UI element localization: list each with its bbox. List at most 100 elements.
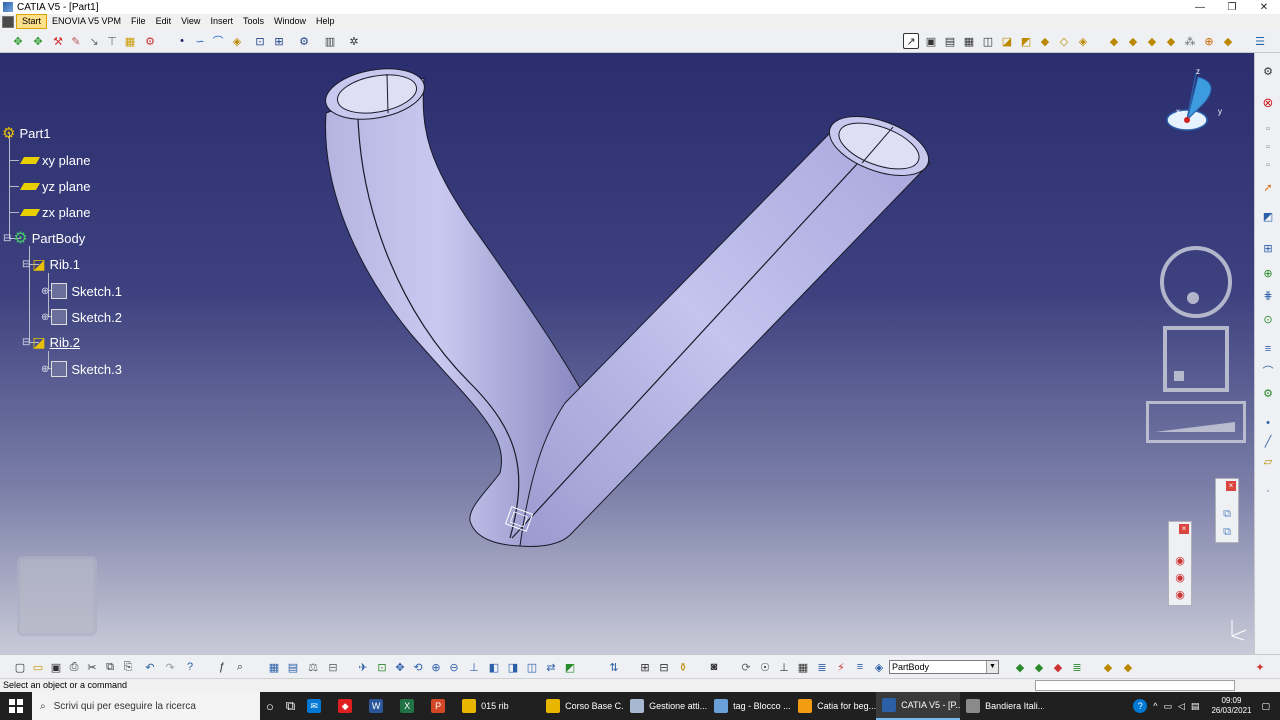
menu-help[interactable]: Help (311, 14, 340, 29)
sketch-tool-icon[interactable]: ✲ (346, 33, 362, 49)
copy-icon[interactable]: ⧉ (1219, 506, 1235, 522)
grid-values-icon[interactable]: ▦ (795, 659, 811, 675)
taskbar-app-catia-v5[interactable]: CATIA V5 - [P... (876, 692, 961, 720)
normal-view-icon[interactable]: ⊥ (466, 659, 482, 675)
small-point-icon[interactable]: · (1260, 483, 1276, 499)
grid-icon[interactable]: ▥ (322, 33, 338, 49)
view-mode-icon[interactable]: ⚙ (296, 33, 312, 49)
thickness-icon[interactable]: ◆ (1144, 33, 1160, 49)
menu-enovia[interactable]: ENOVIA V5 VPM (47, 14, 126, 29)
refresh-icon[interactable]: ⟳ (738, 659, 754, 675)
dim-icon-3[interactable]: ▫ (1260, 157, 1276, 173)
taskbar-app-bandiera[interactable]: Bandiera Itali... (960, 692, 1044, 720)
layer-icon[interactable]: ☰ (1252, 33, 1268, 49)
menu-window[interactable]: Window (269, 14, 311, 29)
boolean-remove-icon[interactable]: ◆ (1031, 659, 1047, 675)
rib2-tube[interactable] (519, 132, 931, 547)
whats-this-icon[interactable]: ? (182, 659, 198, 675)
tree-node-sketch1[interactable]: ⊕ Sketch.1 (41, 281, 122, 301)
filter-icon[interactable]: ⚡ (833, 659, 849, 675)
dim-icon-2[interactable]: ▫ (1260, 139, 1276, 155)
swap-space-icon[interactable]: ⇄ (543, 659, 559, 675)
select-arrow-icon[interactable]: ➚ (1260, 179, 1276, 195)
arc-icon[interactable]: ⌒ (210, 33, 226, 49)
menu-tools[interactable]: Tools (238, 14, 269, 29)
task-view-icon[interactable]: ⧉ (280, 692, 301, 720)
rib-icon[interactable]: ◪ (999, 33, 1015, 49)
3d-viewport[interactable]: ⚙ Part1 xy plane yz plane zx plane ⊟ ⚙ P… (0, 53, 1254, 654)
compass-tool-icon[interactable]: ☉ (757, 659, 773, 675)
analysis-icon[interactable]: ⚙ (142, 33, 158, 49)
curve-icon[interactable]: ∽ (192, 33, 208, 49)
tree-node-sketch2[interactable]: ⊕ Sketch.2 (41, 307, 122, 327)
grid-snap-icon[interactable]: ⋕ (1260, 287, 1276, 303)
taskbar-app-gestione[interactable]: Gestione atti... (624, 692, 708, 720)
sketch-analysis-icon[interactable]: ⇅ (606, 659, 622, 675)
search-icon[interactable]: ⌕ (232, 659, 248, 675)
hole-icon[interactable]: ▤ (942, 33, 958, 49)
fit-all-icon[interactable]: ⊡ (374, 659, 390, 675)
close-icon[interactable]: × (1179, 524, 1189, 534)
bottle-icon[interactable]: ⚱ (675, 659, 691, 675)
compass-icon[interactable]: z x y (1160, 65, 1230, 140)
draft-icon[interactable]: ◆ (1106, 33, 1122, 49)
shaft-icon[interactable]: ◫ (980, 33, 996, 49)
tile-view-icon[interactable]: ⊟ (656, 659, 672, 675)
axis-tool-icon[interactable]: ▱ (1260, 453, 1276, 469)
menu-edit[interactable]: Edit (151, 14, 177, 29)
paste-icon[interactable]: ⎘ (120, 659, 136, 675)
camera-icon[interactable]: ◙ (706, 659, 722, 675)
operation-icon[interactable]: ⚙ (1260, 385, 1276, 401)
taskbar-app-tag-blocco[interactable]: tag - Blocco ... (708, 692, 792, 720)
powerpoint-icon[interactable]: P (425, 692, 456, 720)
body-icon[interactable]: ◈ (871, 659, 887, 675)
split-view-icon[interactable]: ⊞ (637, 659, 653, 675)
expand-icon[interactable]: ⊕ (41, 286, 49, 297)
tree-node-xy-plane[interactable]: xy plane (19, 150, 90, 170)
tree-node-zx-plane[interactable]: zx plane (19, 202, 90, 222)
undo-icon[interactable]: ↶ (142, 659, 158, 675)
collapse-icon[interactable]: ⊟ (22, 337, 30, 348)
paste-icon[interactable]: ⧉ (1219, 524, 1235, 540)
layers-icon[interactable]: ≣ (814, 659, 830, 675)
stop-icon[interactable]: ⊗ (1260, 95, 1276, 111)
notifications-icon[interactable]: ▢ (1261, 701, 1270, 712)
snap-icon[interactable]: ⚒ (50, 33, 66, 49)
menu-file[interactable]: File (126, 14, 151, 29)
redo-icon[interactable]: ↷ (162, 659, 178, 675)
table-icon[interactable]: ▦ (266, 659, 282, 675)
tree-node-part1[interactable]: ⚙ Part1 (2, 123, 51, 143)
tree-node-partbody[interactable]: ⊟ ⚙ PartBody (3, 228, 85, 248)
measure-item-icon[interactable]: ⊟ (325, 659, 341, 675)
taskbar-search[interactable]: ⌕ Scrivi qui per eseguire la ricerca (32, 692, 260, 720)
transform-icon[interactable]: ⊕ (1260, 265, 1276, 281)
sketcher-icon[interactable]: ↗ (903, 33, 919, 49)
excel-icon[interactable]: X (394, 692, 425, 720)
document-icon[interactable] (2, 15, 14, 28)
edit-body-icon[interactable]: ◉ (1172, 569, 1188, 585)
chevron-down-icon[interactable]: ▼ (986, 661, 998, 673)
fillet-icon[interactable]: ◇ (1056, 33, 1072, 49)
constraint-tool-icon[interactable]: ⊞ (1260, 240, 1276, 256)
zoom-area-icon[interactable]: ⊞ (271, 33, 287, 49)
profile-icon[interactable]: ⌒ (1260, 363, 1276, 379)
pan-icon[interactable]: ✥ (392, 659, 408, 675)
sketch-plane-icon[interactable]: ◩ (1260, 208, 1276, 224)
chamfer-icon[interactable]: ◈ (1075, 33, 1091, 49)
boolean-intersect-icon[interactable]: ◆ (1050, 659, 1066, 675)
measure-icon[interactable]: ▦ (122, 33, 138, 49)
measure-icon[interactable]: ⚖ (305, 659, 321, 675)
cut-icon[interactable]: ✂ (84, 659, 100, 675)
stack-icon[interactable]: ≣ (1069, 659, 1085, 675)
edit-icon[interactable]: ✎ (68, 33, 84, 49)
taskbar-clock[interactable]: 09:09 26/03/2021 (1211, 696, 1251, 716)
expand-icon[interactable]: ⊕ (41, 312, 49, 323)
tool-icon[interactable]: ↘ (86, 33, 102, 49)
windows-start-icon[interactable] (0, 692, 32, 720)
loft-icon[interactable]: ◆ (1037, 33, 1053, 49)
thread-icon[interactable]: ◆ (1163, 33, 1179, 49)
settings-gear-icon[interactable]: ⚙ (1260, 63, 1276, 79)
pan-icon[interactable]: ✥ (10, 33, 26, 49)
pad-icon[interactable]: ▣ (923, 33, 939, 49)
overview-thumbnail[interactable] (17, 556, 97, 636)
